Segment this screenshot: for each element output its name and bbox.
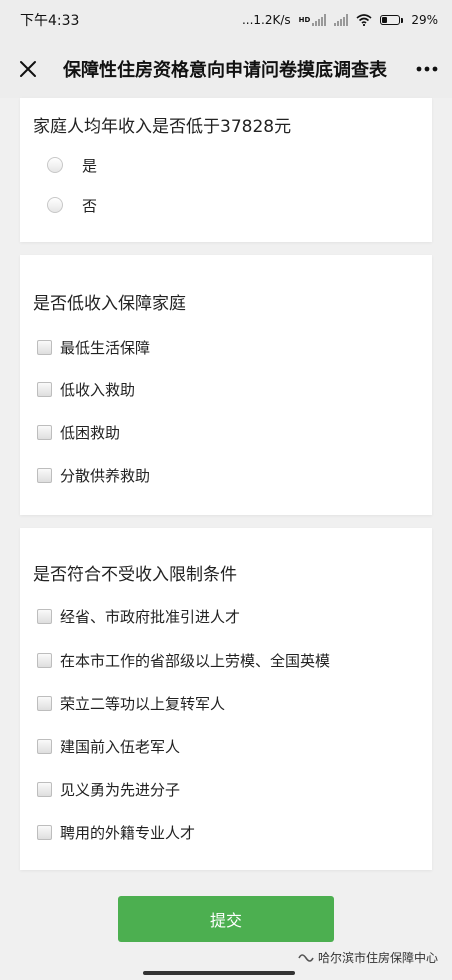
question-card-income: 家庭人均年收入是否低于37828元 是 否 xyxy=(20,98,432,242)
close-icon xyxy=(20,61,36,77)
option-label: 见义勇为先进分子 xyxy=(60,780,181,799)
network-speed: ...1.2K/s xyxy=(241,13,291,27)
submit-button[interactable]: 提交 xyxy=(118,896,334,942)
checkbox[interactable] xyxy=(37,467,52,483)
battery-icon xyxy=(380,15,404,25)
watermark: 哈尔滨市住房保障中心 xyxy=(298,949,438,966)
radio-option-yes[interactable]: 是 xyxy=(37,153,97,177)
checkbox-option[interactable]: 见义勇为先进分子 xyxy=(37,777,180,801)
checkbox-option[interactable]: 低收入救助 xyxy=(37,377,135,401)
question-title: 是否低收入保障家庭 xyxy=(33,294,186,314)
status-bar: 下午4:33 ...1.2K/s HD 29% xyxy=(0,0,452,40)
checkbox-option[interactable]: 最低生活保障 xyxy=(37,335,150,359)
hd-badge: HD xyxy=(298,16,311,24)
option-label: 否 xyxy=(82,196,98,215)
checkbox-option[interactable]: 建国前入伍老军人 xyxy=(37,734,180,758)
option-label: 低困救助 xyxy=(60,423,121,442)
nav-bar: 保障性住房资格意向申请问卷摸底调查表 xyxy=(0,40,452,98)
option-label: 在本市工作的省部级以上劳模、全国英模 xyxy=(60,651,331,670)
checkbox[interactable] xyxy=(37,738,52,754)
checkbox[interactable] xyxy=(37,824,52,840)
question-card-low-income: 是否低收入保障家庭 最低生活保障 低收入救助 低困救助 分散供养救助 xyxy=(20,255,432,515)
checkbox-option[interactable]: 低困救助 xyxy=(37,420,120,444)
status-icons: ...1.2K/s HD 29% xyxy=(242,13,438,27)
checkbox[interactable] xyxy=(37,781,52,797)
option-label: 经省、市政府批准引进人才 xyxy=(60,607,241,626)
wifi-icon xyxy=(356,14,372,26)
more-icon xyxy=(416,66,438,72)
checkbox[interactable] xyxy=(37,695,52,711)
page-title: 保障性住房资格意向申请问卷摸底调查表 xyxy=(63,60,387,81)
wechat-channel-icon xyxy=(298,953,314,962)
question-title: 是否符合不受收入限制条件 xyxy=(33,565,237,585)
checkbox[interactable] xyxy=(37,339,52,355)
checkbox-option[interactable]: 经省、市政府批准引进人才 xyxy=(37,604,240,628)
checkbox[interactable] xyxy=(37,424,52,440)
checkbox-option[interactable]: 在本市工作的省部级以上劳模、全国英模 xyxy=(37,648,330,672)
question-title: 家庭人均年收入是否低于37828元 xyxy=(33,117,292,137)
option-label: 聘用的外籍专业人才 xyxy=(60,823,196,842)
checkbox[interactable] xyxy=(37,652,52,668)
option-label: 是 xyxy=(82,156,98,175)
close-button[interactable] xyxy=(14,55,42,83)
battery-level: 29% xyxy=(411,13,438,27)
radio-button[interactable] xyxy=(47,197,63,213)
checkbox[interactable] xyxy=(37,381,52,397)
option-label: 低收入救助 xyxy=(60,380,136,399)
question-card-exemption: 是否符合不受收入限制条件 经省、市政府批准引进人才 在本市工作的省部级以上劳模、… xyxy=(20,528,432,870)
watermark-text: 哈尔滨市住房保障中心 xyxy=(317,951,438,965)
checkbox-option[interactable]: 荣立二等功以上复转军人 xyxy=(37,691,225,715)
status-time: 下午4:33 xyxy=(20,13,80,29)
option-label: 分散供养救助 xyxy=(60,466,151,485)
home-indicator[interactable] xyxy=(143,971,295,975)
option-label: 最低生活保障 xyxy=(60,338,151,357)
radio-option-no[interactable]: 否 xyxy=(37,193,97,217)
more-button[interactable] xyxy=(408,55,438,83)
radio-button[interactable] xyxy=(47,157,63,173)
checkbox-option[interactable]: 聘用的外籍专业人才 xyxy=(37,820,195,844)
checkbox[interactable] xyxy=(37,608,52,624)
signal-icon-2 xyxy=(334,14,349,26)
signal-icon xyxy=(312,14,327,26)
checkbox-option[interactable]: 分散供养救助 xyxy=(37,463,150,487)
option-label: 荣立二等功以上复转军人 xyxy=(60,694,226,713)
option-label: 建国前入伍老军人 xyxy=(60,737,181,756)
